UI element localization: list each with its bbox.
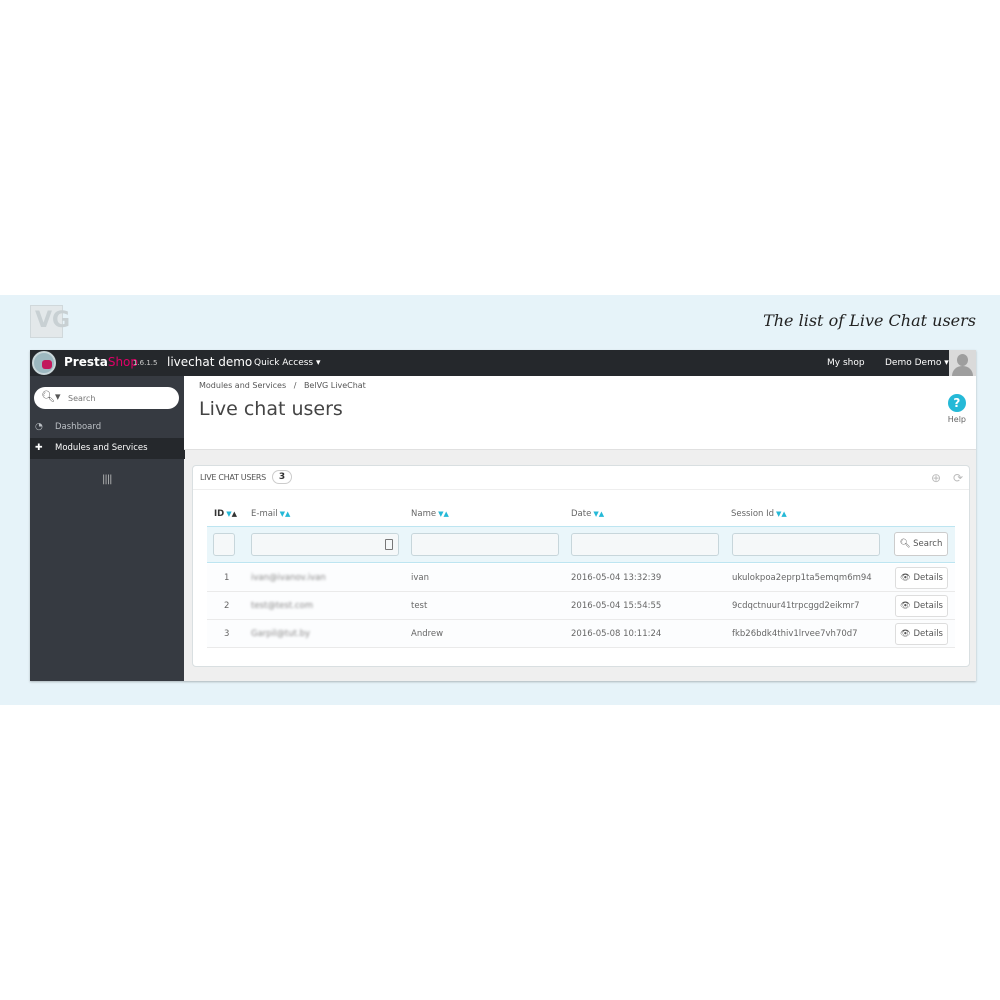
sidebar-item-dashboard[interactable]: ◔ Dashboard — [30, 417, 184, 438]
breadcrumb-item[interactable]: Modules and Services — [199, 381, 286, 390]
panel-title: LIVE CHAT USERS — [200, 473, 266, 482]
version: 1.6.1.5 — [133, 359, 158, 367]
page-header: Modules and Services / BelVG LiveChat Li… — [184, 376, 976, 450]
sidebar: 🔍︎▾ ◔ Dashboard ✚ Modules and Services |… — [30, 376, 185, 681]
breadcrumb: Modules and Services / BelVG LiveChat — [199, 381, 366, 390]
column-header-session[interactable]: Session Id ▼▲ — [731, 509, 787, 519]
contact-card-icon — [385, 539, 393, 550]
table-row: 3 Garpil@tut.by Andrew 2016-05-08 10:11:… — [207, 620, 955, 648]
eye-icon: 👁︎ — [900, 573, 911, 583]
count-badge: 3 — [272, 470, 292, 484]
details-button[interactable]: 👁︎ Details — [895, 567, 948, 589]
search-icon: 🔍︎ — [899, 539, 911, 549]
filter-session-input[interactable] — [732, 533, 880, 556]
users-panel: LIVE CHAT USERS 3 ⊕ ⟳ ID ▼▲ E-mail ▼▲ Name… — [192, 465, 970, 667]
prestashop-logo-icon[interactable] — [32, 351, 56, 375]
sidebar-search-input[interactable] — [68, 391, 168, 405]
eye-icon: 👁︎ — [900, 601, 911, 611]
my-shop-link[interactable]: My shop — [827, 358, 865, 368]
collapse-menu-icon[interactable]: |||| — [102, 474, 113, 485]
sidebar-search[interactable]: 🔍︎▾ — [34, 387, 179, 409]
details-button[interactable]: 👁︎ Details — [895, 595, 948, 617]
user-menu[interactable]: Demo Demo ▾ — [885, 358, 949, 368]
filter-email-input[interactable] — [251, 533, 399, 556]
search-button[interactable]: 🔍︎ Search — [894, 532, 948, 556]
column-header-id[interactable]: ID ▼▲ — [214, 509, 237, 519]
table-row: 2 test@test.com test 2016-05-04 15:54:55… — [207, 592, 955, 620]
search-icon[interactable]: 🔍︎▾ — [41, 390, 61, 403]
admin-window: PrestaShop 1.6.1.5 livechat demo Quick A… — [30, 350, 976, 681]
help-icon: ? — [947, 394, 966, 412]
top-navbar: PrestaShop 1.6.1.5 livechat demo Quick A… — [30, 350, 976, 377]
page-title: Live chat users — [199, 398, 343, 420]
caption: The list of Live Chat users — [763, 311, 976, 330]
filter-row: 🔍︎ Search — [207, 526, 955, 563]
dashboard-icon: ◔ — [35, 422, 43, 432]
filter-date-input[interactable] — [571, 533, 719, 556]
refresh-icon[interactable]: ⟳ — [951, 471, 965, 485]
puzzle-icon: ✚ — [35, 443, 43, 453]
add-icon[interactable]: ⊕ — [929, 471, 943, 485]
filter-name-input[interactable] — [411, 533, 559, 556]
details-button[interactable]: 👁︎ Details — [895, 623, 948, 645]
column-header-date[interactable]: Date ▼▲ — [571, 509, 604, 519]
breadcrumb-item[interactable]: BelVG LiveChat — [304, 381, 366, 390]
eye-icon: 👁︎ — [900, 629, 911, 639]
avatar[interactable] — [949, 350, 976, 377]
brand-name[interactable]: PrestaShop — [64, 355, 138, 369]
vendor-logo: VG — [30, 305, 70, 338]
panel-header: LIVE CHAT USERS 3 ⊕ ⟳ — [193, 466, 969, 490]
sidebar-item-modules[interactable]: ✚ Modules and Services — [30, 438, 185, 459]
shop-name: livechat demo — [167, 355, 253, 369]
table-row: 1 ivan@ivanov.ivan ivan 2016-05-04 13:32… — [207, 564, 955, 592]
column-header-name[interactable]: Name ▼▲ — [411, 509, 449, 519]
quick-access-dropdown[interactable]: Quick Access ▾ — [254, 358, 321, 368]
column-header-email[interactable]: E-mail ▼▲ — [251, 509, 290, 519]
help-button[interactable]: ? Help — [948, 394, 966, 424]
filter-id-input[interactable] — [213, 533, 235, 556]
